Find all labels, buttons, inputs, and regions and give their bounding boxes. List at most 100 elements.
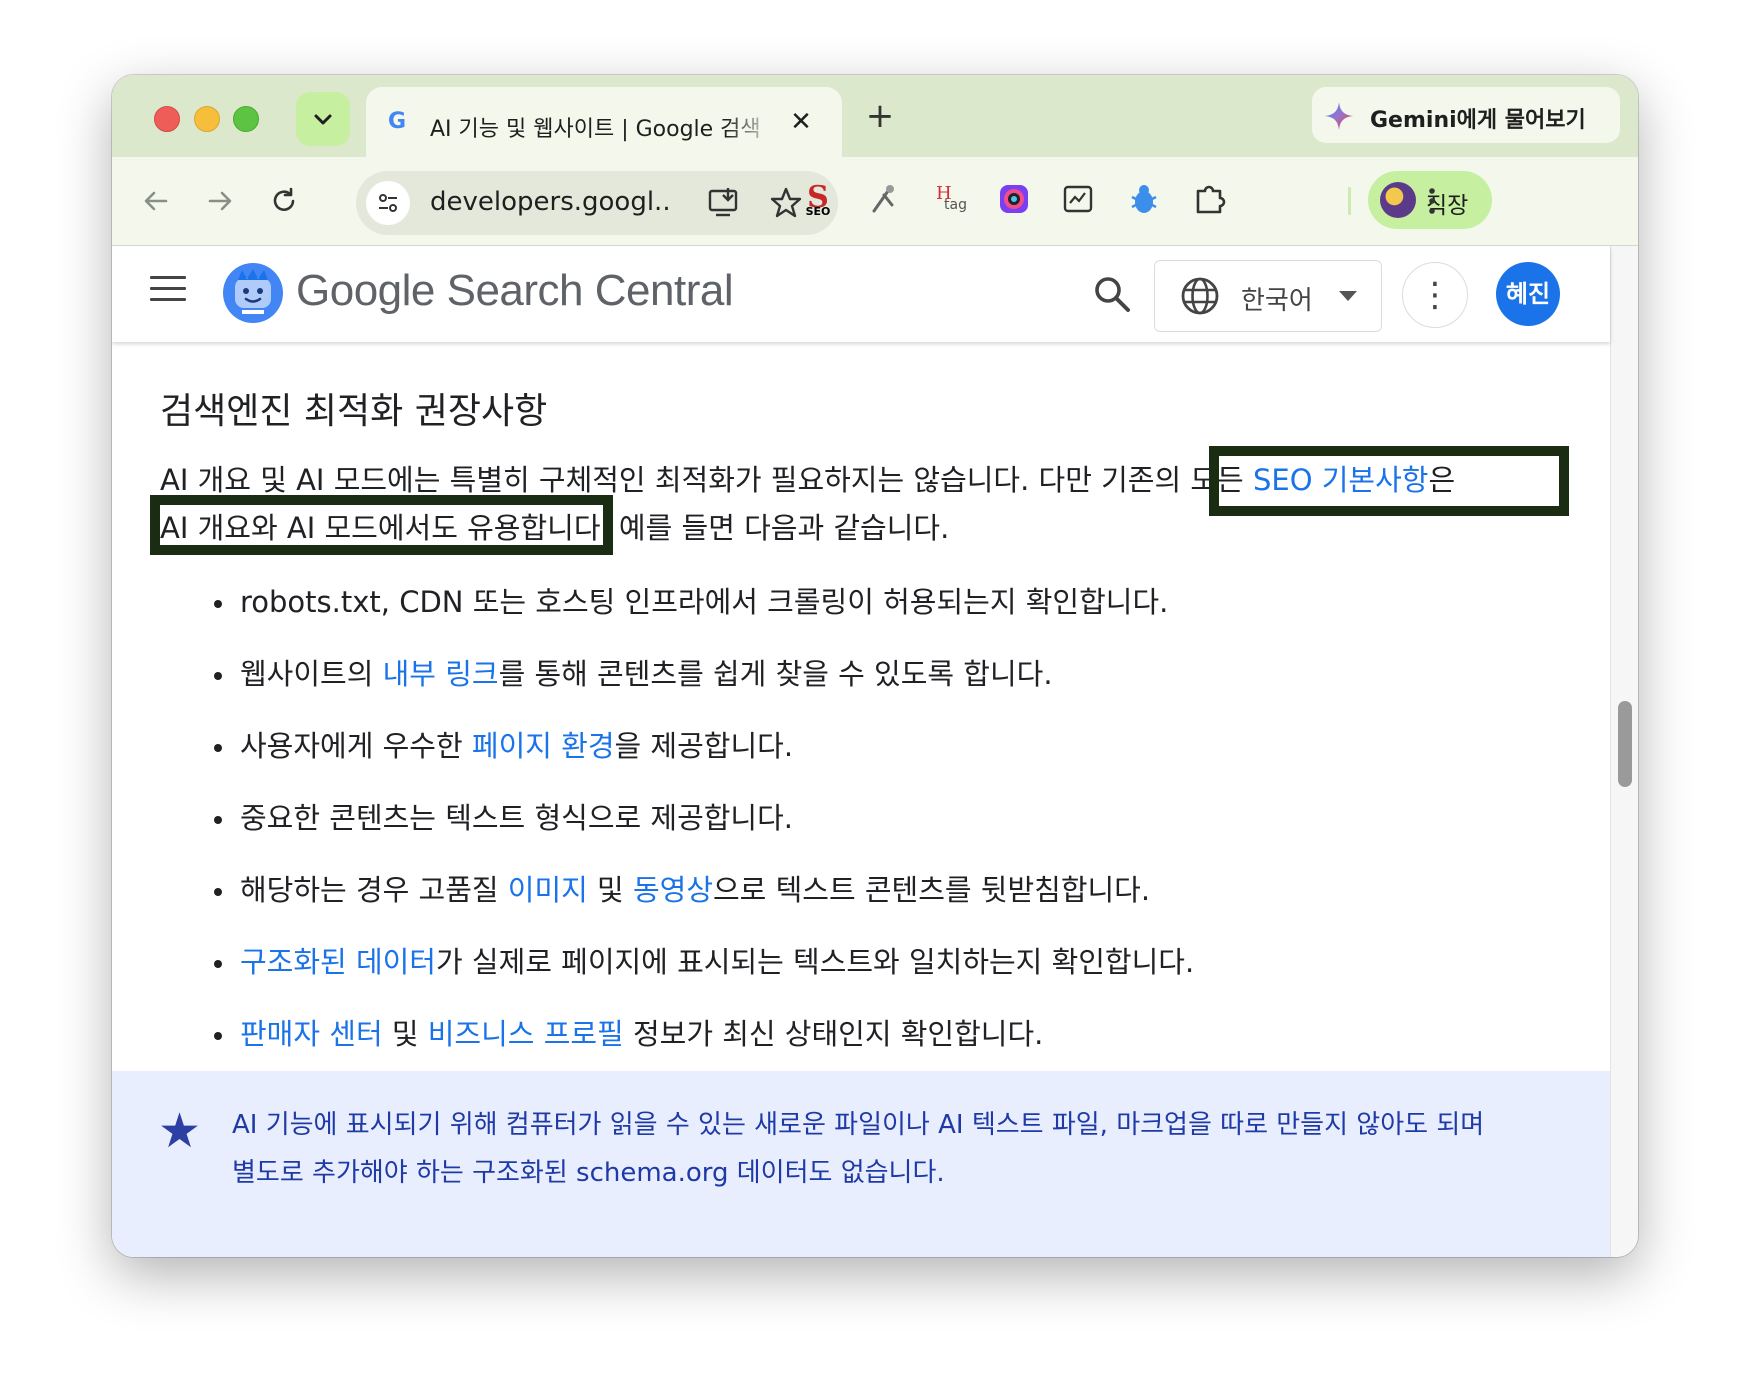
eyedropper-glyph-icon bbox=[872, 185, 894, 213]
seo-logo-icon: SSEO bbox=[806, 180, 831, 218]
browser-toolbar: developers.googl... S SEO Htag 직장 bbox=[112, 157, 1638, 246]
close-window-button[interactable] bbox=[154, 106, 180, 132]
list-item-text: 웹사이트의 bbox=[240, 657, 383, 691]
merchant-center-link[interactable]: 판매자 센터 bbox=[240, 1017, 383, 1051]
zoom-window-button[interactable] bbox=[233, 106, 259, 132]
hamburger-menu-icon[interactable] bbox=[150, 276, 190, 310]
structured-data-link[interactable]: 구조화된 데이터 bbox=[240, 945, 436, 979]
back-button[interactable] bbox=[132, 177, 180, 225]
logo-google-text: Google bbox=[296, 266, 435, 315]
page-scan-glyph-icon bbox=[1063, 185, 1093, 213]
callout-line-1: AI 기능에 표시되기 위해 컴퓨터가 읽을 수 있는 새로운 파일이나 AI … bbox=[232, 1110, 1485, 1140]
paragraph-text: AI 개요 및 AI 모드에는 특별히 구체적인 최적화가 필요하지는 않습니다… bbox=[160, 463, 1253, 497]
bug-glyph-icon bbox=[1131, 185, 1157, 213]
browser-window: G AI 기능 및 웹사이트 | Google 검색 ✕ + Gemini에게 … bbox=[112, 75, 1638, 1257]
list-item-text: 가 실제로 페이지에 표시되는 텍스트와 일치하는지 확인합니다. bbox=[435, 945, 1195, 979]
camera-glyph-icon bbox=[1000, 185, 1028, 213]
caret-down-icon bbox=[1339, 291, 1357, 301]
browser-menu-button[interactable] bbox=[1412, 177, 1452, 225]
list-item: 구조화된 데이터가 실제로 페이지에 표시되는 텍스트와 일치하는지 확인합니다… bbox=[160, 942, 1560, 1014]
reload-button[interactable] bbox=[260, 177, 308, 225]
list-item-text: robots.txt, CDN 또는 호스팅 인프라에서 크롤링이 허용되는지 … bbox=[240, 585, 1169, 619]
active-tab[interactable]: G AI 기능 및 웹사이트 | Google 검색 ✕ bbox=[366, 87, 842, 161]
site-more-button[interactable]: ⋮ bbox=[1402, 262, 1468, 328]
new-tab-button[interactable]: + bbox=[858, 95, 902, 139]
seo-extension-icon[interactable]: S SEO bbox=[798, 179, 838, 219]
back-arrow-icon bbox=[144, 191, 168, 211]
tab-search-button[interactable] bbox=[296, 92, 350, 146]
star-icon: ★ bbox=[158, 1103, 202, 1159]
tune-icon bbox=[379, 194, 397, 212]
page-experience-link[interactable]: 페이지 환경 bbox=[472, 729, 615, 763]
minimize-window-button[interactable] bbox=[194, 106, 220, 132]
list-item-text: 해당하는 경우 고품질 bbox=[240, 873, 508, 907]
business-profile-link[interactable]: 비즈니스 프로필 bbox=[428, 1017, 624, 1051]
scrollbar-thumb[interactable] bbox=[1618, 701, 1632, 787]
forward-button[interactable] bbox=[196, 177, 244, 225]
forward-arrow-icon bbox=[208, 191, 232, 211]
install-app-icon[interactable] bbox=[706, 185, 742, 221]
svg-text:SEO: SEO bbox=[806, 205, 831, 218]
highlight-box bbox=[1209, 446, 1569, 516]
list-item-text: 사용자에게 우수한 bbox=[240, 729, 472, 763]
language-select[interactable]: 한국어 bbox=[1154, 260, 1382, 332]
htag-glyph-icon: Htag bbox=[936, 183, 967, 213]
list-item: 웹사이트의 내부 링크를 통해 콘텐츠를 쉽게 찾을 수 있도록 합니다. bbox=[160, 654, 1560, 726]
search-central-robot-logo-icon[interactable] bbox=[222, 262, 284, 324]
gemini-label: Gemini에게 물어보기 bbox=[1370, 108, 1586, 133]
logo-product-text: Search Central bbox=[434, 266, 734, 315]
eyedropper-icon[interactable] bbox=[864, 179, 904, 219]
internal-links-link[interactable]: 내부 링크 bbox=[383, 657, 499, 691]
url-text[interactable]: developers.googl... bbox=[430, 187, 670, 217]
list-item-text: 으로 텍스트 콘텐츠를 뒷받침합니다. bbox=[713, 873, 1151, 907]
images-link[interactable]: 이미지 bbox=[508, 873, 588, 907]
user-avatar[interactable]: 혜진 bbox=[1496, 262, 1560, 326]
list-item-text: 중요한 콘텐츠는 텍스트 형식으로 제공합니다. bbox=[240, 801, 794, 835]
globe-icon bbox=[1181, 277, 1219, 315]
vertical-dots-icon bbox=[1429, 188, 1435, 214]
videos-link[interactable]: 동영상 bbox=[633, 873, 713, 907]
language-label: 한국어 bbox=[1241, 286, 1313, 316]
camera-extension-icon[interactable] bbox=[994, 179, 1034, 219]
google-favicon-icon: G bbox=[387, 109, 407, 134]
callout-line-2: 별도로 추가해야 하는 구조화된 schema.org 데이터도 없습니다. bbox=[232, 1158, 945, 1188]
list-item-text: 을 제공합니다. bbox=[614, 729, 794, 763]
site-logo-text[interactable]: Google Search Central bbox=[296, 266, 734, 316]
gemini-sparkle-icon bbox=[1325, 102, 1353, 130]
tab-title-fade bbox=[726, 103, 776, 143]
list-item-text: 및 bbox=[587, 873, 633, 907]
puzzle-glyph-icon bbox=[1196, 185, 1226, 214]
site-search-button[interactable] bbox=[1090, 272, 1134, 316]
list-item-text: 를 통해 콘텐츠를 쉽게 찾을 수 있도록 합니다. bbox=[498, 657, 1053, 691]
list-item-text: 및 bbox=[382, 1017, 428, 1051]
callout-text: AI 기능에 표시되기 위해 컴퓨터가 읽을 수 있는 새로운 파일이나 AI … bbox=[232, 1101, 1572, 1197]
address-bar[interactable]: developers.googl... bbox=[356, 171, 838, 235]
site-header: Google Search Central 한국어 ⋮ 혜진 bbox=[112, 246, 1610, 342]
toolbar-divider bbox=[1348, 187, 1351, 215]
page-scan-extension-icon[interactable] bbox=[1058, 179, 1098, 219]
bug-extension-icon[interactable] bbox=[1124, 179, 1164, 219]
vertical-scrollbar[interactable] bbox=[1610, 246, 1638, 1257]
highlight-box bbox=[150, 495, 613, 555]
search-icon bbox=[1095, 277, 1130, 312]
profile-avatar bbox=[1380, 182, 1416, 218]
section-heading: 검색엔진 최적화 권장사항 bbox=[160, 391, 548, 432]
page-viewport: Google Search Central 한국어 ⋮ 혜진 검색엔진 최적화 … bbox=[112, 246, 1638, 1257]
gemini-button[interactable]: Gemini에게 물어보기 bbox=[1312, 87, 1620, 143]
tab-strip: G AI 기능 및 웹사이트 | Google 검색 ✕ + Gemini에게 … bbox=[112, 75, 1638, 161]
svg-text:tag: tag bbox=[944, 197, 967, 213]
list-item: 해당하는 경우 고품질 이미지 및 동영상으로 텍스트 콘텐츠를 뒷받침합니다. bbox=[160, 870, 1560, 942]
list-item: 중요한 콘텐츠는 텍스트 형식으로 제공합니다. bbox=[160, 798, 1560, 870]
chevron-down-icon bbox=[314, 114, 332, 125]
key-point-callout: ★ AI 기능에 표시되기 위해 컴퓨터가 읽을 수 있는 새로운 파일이나 A… bbox=[112, 1071, 1610, 1257]
reload-icon bbox=[273, 187, 295, 211]
recommendation-list: robots.txt, CDN 또는 호스팅 인프라에서 크롤링이 허용되는지 … bbox=[160, 582, 1560, 1086]
extensions-puzzle-icon[interactable] bbox=[1190, 179, 1230, 219]
tab-close-button[interactable]: ✕ bbox=[784, 105, 818, 139]
list-item: 사용자에게 우수한 페이지 환경을 제공합니다. bbox=[160, 726, 1560, 798]
list-item: robots.txt, CDN 또는 호스팅 인프라에서 크롤링이 허용되는지 … bbox=[160, 582, 1560, 654]
htag-extension-icon[interactable]: Htag bbox=[930, 179, 970, 219]
tab-title: AI 기능 및 웹사이트 | Google 검색 bbox=[430, 117, 761, 142]
site-info-button[interactable] bbox=[366, 181, 410, 225]
list-item-text: 정보가 최신 상태인지 확인합니다. bbox=[623, 1017, 1044, 1051]
